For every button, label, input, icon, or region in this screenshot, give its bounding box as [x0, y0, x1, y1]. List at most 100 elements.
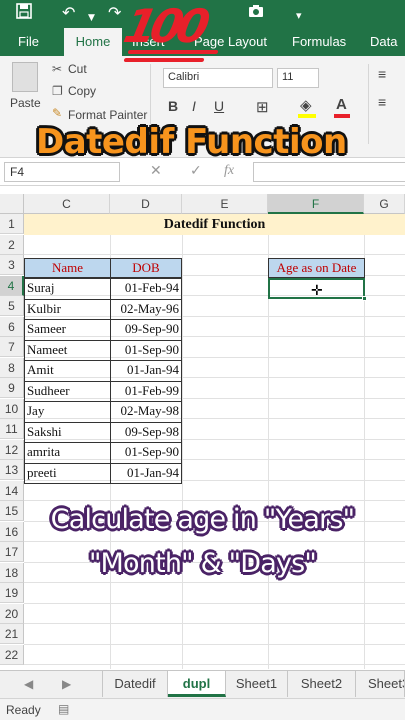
name-cell[interactable]: Nameet: [27, 340, 109, 360]
formula-input[interactable]: [253, 162, 405, 182]
font-name-select[interactable]: Calibri: [163, 68, 273, 88]
dob-cell[interactable]: 02-May-96: [110, 299, 180, 319]
dob-cell[interactable]: 09-Sep-90: [110, 319, 179, 339]
cell-cursor-icon: ✛: [311, 283, 323, 299]
row-header[interactable]: 20: [0, 603, 24, 624]
name-cell[interactable]: Kulbir: [27, 299, 109, 319]
column-header-d[interactable]: D: [110, 194, 182, 214]
fill-color-icon[interactable]: ◈: [300, 96, 312, 114]
dob-cell[interactable]: 01-Feb-99: [110, 381, 179, 401]
dob-cell[interactable]: 01-Sep-90: [110, 442, 179, 462]
align-left-icon[interactable]: ≡: [378, 94, 386, 110]
row-header[interactable]: 12: [0, 439, 24, 460]
sheet-tab-datedif[interactable]: Datedif: [102, 671, 168, 697]
column-header-f[interactable]: F: [268, 194, 364, 214]
cut-button[interactable]: Cut: [68, 62, 87, 76]
row-header[interactable]: 11: [0, 419, 24, 439]
macro-record-icon[interactable]: ▤: [58, 702, 69, 716]
format-painter-icon[interactable]: ✎: [52, 106, 62, 120]
dob-cell[interactable]: 01-Feb-94: [110, 278, 179, 298]
customize-icon[interactable]: ▾: [296, 6, 302, 26]
borders-icon[interactable]: ⊞: [256, 98, 269, 116]
format-painter-button[interactable]: Format Painter: [68, 108, 147, 122]
row-header[interactable]: 6: [0, 316, 24, 337]
copy-button[interactable]: Copy: [68, 84, 96, 98]
hundred-underline: [127, 50, 219, 54]
row-header[interactable]: 21: [0, 624, 24, 644]
name-cell[interactable]: Amit: [27, 360, 109, 380]
sheet-tab-sheet1[interactable]: Sheet1: [226, 671, 288, 697]
dob-cell[interactable]: 01-Jan-94: [110, 360, 179, 380]
sheet-tab-sheet3[interactable]: Sheet3: [356, 671, 405, 697]
row-header[interactable]: 19: [0, 583, 24, 603]
row-header[interactable]: 22: [0, 644, 24, 665]
dob-header-cell[interactable]: DOB: [110, 258, 182, 278]
sheet-prev-icon[interactable]: ◀: [24, 677, 33, 691]
row-header[interactable]: 5: [0, 296, 24, 316]
column-header-g[interactable]: G: [364, 194, 405, 214]
paste-icon[interactable]: [12, 62, 38, 92]
name-cell[interactable]: Sudheer: [27, 381, 109, 401]
row-header[interactable]: 4: [0, 275, 24, 296]
tab-data[interactable]: Data: [366, 28, 401, 56]
font-size-select[interactable]: 11: [277, 68, 319, 88]
gridline: [24, 541, 405, 542]
sheet-next-icon[interactable]: ▶: [62, 677, 71, 691]
row-header[interactable]: 2: [0, 234, 24, 255]
undo-dropdown-icon[interactable]: ▼: [88, 8, 95, 28]
row-header[interactable]: 13: [0, 460, 24, 480]
scissors-icon[interactable]: ✂: [52, 62, 62, 76]
row-header[interactable]: 10: [0, 398, 24, 419]
row-header[interactable]: 14: [0, 480, 24, 501]
sheet-tab-bar: ◀ ▶ Datedif dupl Sheet1 Sheet2 Sheet3: [0, 670, 405, 698]
copy-icon[interactable]: ❐: [52, 84, 63, 98]
tab-home[interactable]: Home: [64, 28, 122, 56]
name-cell[interactable]: Suraj: [27, 278, 109, 298]
tab-file[interactable]: File: [14, 28, 43, 56]
name-cell[interactable]: Sakshi: [27, 422, 109, 442]
name-cell[interactable]: preeti: [27, 463, 109, 483]
dob-cell[interactable]: 01-Jan-94: [110, 463, 179, 483]
dob-cell[interactable]: 02-May-98: [110, 401, 180, 421]
overlay-subtitle-line1: Calculate age in "Years": [50, 504, 355, 535]
row-header[interactable]: 3: [0, 255, 24, 275]
insert-function-icon[interactable]: fx: [224, 163, 234, 179]
sheet-tab-dupl[interactable]: dupl: [168, 671, 226, 697]
align-top-icon[interactable]: ≡: [378, 66, 386, 82]
font-color-icon[interactable]: A: [336, 96, 347, 113]
column-header-e[interactable]: E: [182, 194, 268, 214]
row-header[interactable]: 7: [0, 337, 24, 357]
bold-button[interactable]: B: [168, 98, 178, 114]
redo-icon[interactable]: ↷: [108, 3, 121, 23]
italic-button[interactable]: I: [192, 98, 196, 114]
name-cell[interactable]: amrita: [27, 442, 109, 462]
age-header-cell[interactable]: Age as on Date: [268, 258, 365, 278]
hundred-emoji: 100: [119, 0, 209, 53]
camera-icon[interactable]: [248, 3, 264, 23]
row-header[interactable]: 1: [0, 214, 24, 234]
enter-icon[interactable]: ✓: [190, 163, 202, 179]
paste-button[interactable]: Paste: [10, 96, 41, 110]
overlay-title: Datedif Function: [36, 122, 347, 162]
cancel-icon[interactable]: ✕: [150, 163, 162, 179]
name-box[interactable]: F4: [4, 162, 120, 182]
row-header[interactable]: 9: [0, 378, 24, 398]
select-all-corner[interactable]: [0, 194, 24, 214]
undo-icon[interactable]: ↶: [62, 3, 75, 23]
column-header-c[interactable]: C: [24, 194, 110, 214]
gridline: [24, 582, 405, 583]
gridline: [24, 643, 405, 645]
sheet-title-cell[interactable]: Datedif Function: [24, 214, 405, 235]
underline-button[interactable]: U: [214, 98, 224, 114]
overlay-subtitle-line2: "Month" & "Days": [88, 548, 317, 579]
name-cell[interactable]: Jay: [27, 401, 109, 421]
sheet-tab-sheet2[interactable]: Sheet2: [288, 671, 356, 697]
row-header[interactable]: 8: [0, 357, 24, 378]
name-cell[interactable]: Sameer: [27, 319, 109, 339]
dob-cell[interactable]: 09-Sep-98: [110, 422, 179, 442]
dob-cell[interactable]: 01-Sep-90: [110, 340, 179, 360]
name-header-cell[interactable]: Name: [24, 258, 111, 278]
fill-handle[interactable]: [362, 296, 367, 301]
tab-formulas[interactable]: Formulas: [288, 28, 350, 56]
save-icon[interactable]: [16, 3, 32, 24]
